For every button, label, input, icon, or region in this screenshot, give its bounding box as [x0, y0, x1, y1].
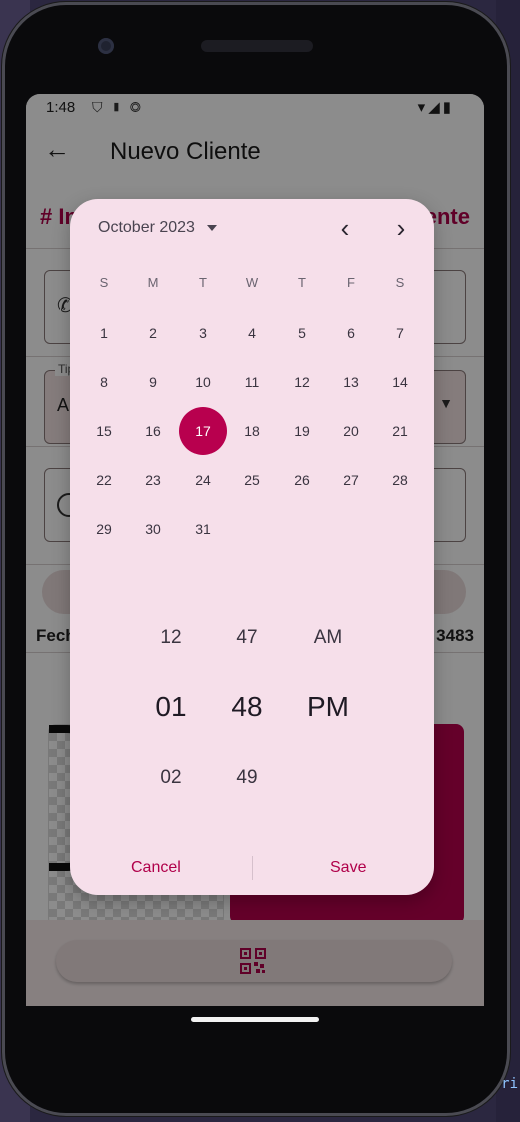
- button-divider: [252, 856, 253, 880]
- weekday-label: S: [99, 275, 109, 290]
- calendar-day[interactable]: 7: [376, 309, 424, 357]
- calendar-day[interactable]: 19: [278, 407, 326, 455]
- calendar-day[interactable]: 2: [129, 309, 177, 357]
- calendar-day[interactable]: 14: [376, 358, 424, 406]
- hour-selected[interactable]: 01: [148, 691, 194, 723]
- hour-option[interactable]: 12: [150, 627, 192, 649]
- weekday-label: S: [395, 275, 405, 290]
- caret-down-icon: [207, 224, 218, 231]
- desktop-text: ri: [501, 1076, 518, 1092]
- minute-option[interactable]: 47: [226, 627, 268, 649]
- weekday-label: T: [298, 275, 306, 290]
- calendar-day[interactable]: 15: [80, 407, 128, 455]
- calendar-day[interactable]: 4: [228, 309, 276, 357]
- month-year-selector[interactable]: October 2023: [98, 219, 218, 243]
- chevron-right-icon[interactable]: ›: [388, 215, 414, 243]
- calendar-day[interactable]: 31: [179, 505, 227, 553]
- calendar-day[interactable]: 1: [80, 309, 128, 357]
- hour-option[interactable]: 02: [150, 767, 192, 789]
- home-indicator[interactable]: [191, 1017, 319, 1022]
- save-button[interactable]: Save: [330, 859, 366, 877]
- calendar-day[interactable]: 26: [278, 456, 326, 504]
- calendar-day[interactable]: 12: [278, 358, 326, 406]
- calendar-day[interactable]: 5: [278, 309, 326, 357]
- calendar-day[interactable]: 3: [179, 309, 227, 357]
- month-label: October 2023: [98, 219, 195, 236]
- minute-option[interactable]: 49: [226, 767, 268, 789]
- calendar-day[interactable]: 22: [80, 456, 128, 504]
- calendar-day[interactable]: 27: [327, 456, 375, 504]
- period-option[interactable]: AM: [304, 627, 352, 649]
- calendar-day[interactable]: 8: [80, 358, 128, 406]
- calendar-day[interactable]: 11: [228, 358, 276, 406]
- calendar-day[interactable]: 6: [327, 309, 375, 357]
- calendar-day[interactable]: 30: [129, 505, 177, 553]
- calendar-day[interactable]: 13: [327, 358, 375, 406]
- calendar-day[interactable]: 10: [179, 358, 227, 406]
- calendar-day[interactable]: 25: [228, 456, 276, 504]
- chevron-left-icon[interactable]: ‹: [332, 215, 358, 243]
- calendar-day-selected[interactable]: 17: [179, 407, 227, 455]
- period-selected[interactable]: PM: [300, 691, 356, 723]
- cancel-button[interactable]: Cancel: [131, 859, 181, 877]
- weekday-label: T: [199, 275, 207, 290]
- date-time-picker-dialog: October 2023 ‹ › SMTWTFS 1 2 3 4 5 6 7 8 9 10 11 12…: [70, 199, 434, 895]
- calendar-day[interactable]: 23: [129, 456, 177, 504]
- weekday-label: F: [347, 275, 355, 290]
- front-camera: [98, 38, 114, 54]
- calendar-day[interactable]: 29: [80, 505, 128, 553]
- calendar-day[interactable]: 18: [228, 407, 276, 455]
- calendar-day[interactable]: 21: [376, 407, 424, 455]
- calendar-day[interactable]: 20: [327, 407, 375, 455]
- earpiece-speaker: [201, 40, 313, 52]
- calendar-day[interactable]: 28: [376, 456, 424, 504]
- weekday-label: M: [147, 275, 159, 290]
- calendar-day[interactable]: 24: [179, 456, 227, 504]
- calendar-day[interactable]: 16: [129, 407, 177, 455]
- calendar-day[interactable]: 9: [129, 358, 177, 406]
- minute-selected[interactable]: 48: [224, 691, 270, 723]
- weekday-label: W: [245, 275, 259, 290]
